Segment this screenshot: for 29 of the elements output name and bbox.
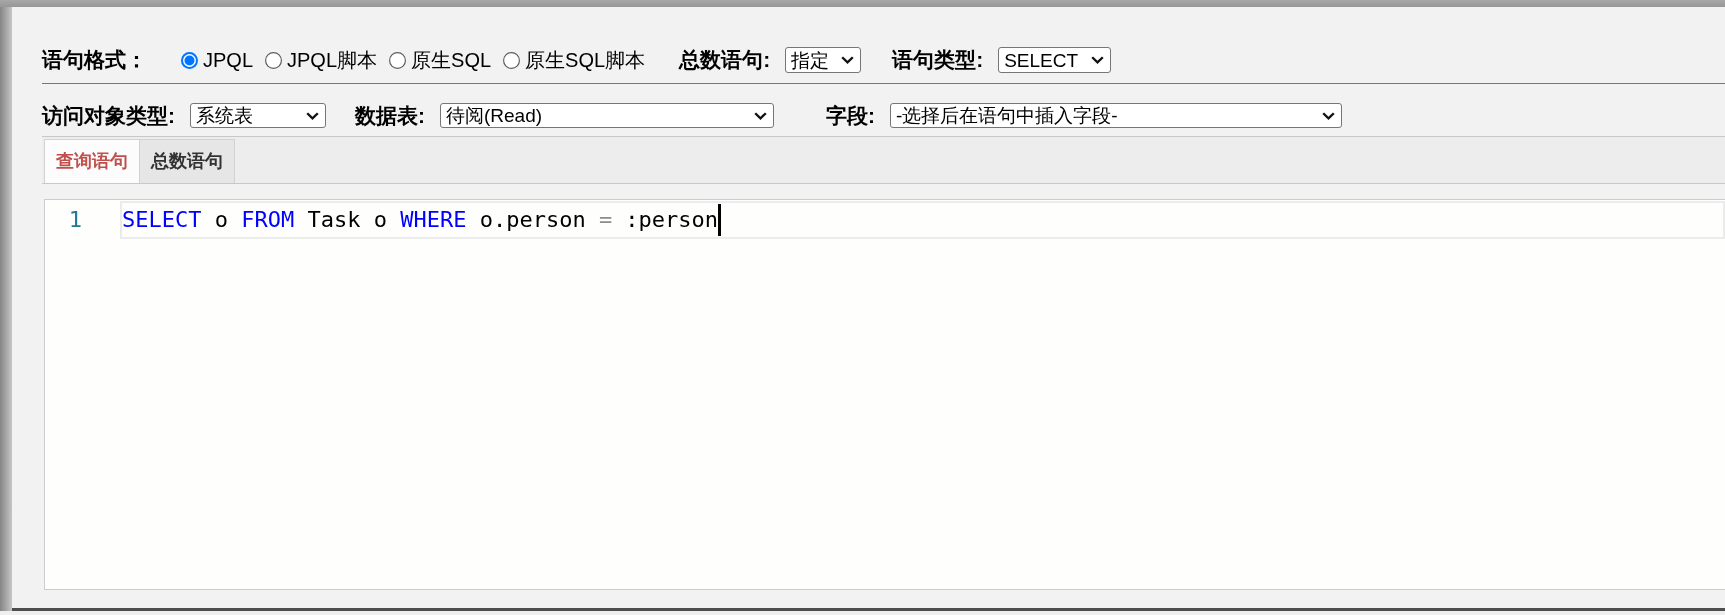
chevron-down-icon: [1091, 56, 1105, 64]
radio-button[interactable]: [265, 51, 283, 69]
radio-label[interactable]: 原生SQL脚本: [525, 47, 646, 73]
dropdown[interactable]: 系统表: [190, 103, 326, 128]
tab[interactable]: 总数语句: [139, 139, 235, 183]
radio-label[interactable]: 原生SQL: [411, 47, 492, 73]
field-label: 访问对象类型:: [42, 102, 175, 129]
chevron-down-icon: [841, 56, 855, 64]
radio-button[interactable]: [389, 51, 407, 69]
radio-button[interactable]: [503, 51, 521, 69]
field-label: 字段:: [826, 102, 875, 129]
code-editor[interactable]: 1 SELECT o FROM Task o WHERE o.person = :person: [44, 199, 1725, 590]
dropdown[interactable]: -选择后在语句中插入字段-: [890, 103, 1342, 128]
radio-button[interactable]: [181, 51, 198, 69]
field-label: 语句类型:: [892, 47, 984, 73]
dropdown[interactable]: 待阅(Read): [440, 103, 774, 128]
dropdown[interactable]: SELECT: [998, 47, 1112, 73]
radio-label[interactable]: JPQL脚本: [287, 47, 378, 73]
field-label: 语句格式：: [42, 47, 147, 73]
code-line: SELECT o FROM Task o WHERE o.person = :person: [122, 206, 719, 234]
field-label: 数据表:: [355, 102, 425, 129]
radio-label[interactable]: JPQL: [203, 47, 254, 73]
dropdown[interactable]: 指定: [785, 47, 862, 73]
field-label: 总数语句:: [679, 47, 771, 73]
line-number: 1: [67, 206, 83, 234]
chevron-down-icon: [306, 111, 319, 120]
chevron-down-icon: [754, 111, 767, 120]
tab[interactable]: 查询语句: [44, 139, 140, 183]
chevron-down-icon: [1322, 111, 1335, 120]
